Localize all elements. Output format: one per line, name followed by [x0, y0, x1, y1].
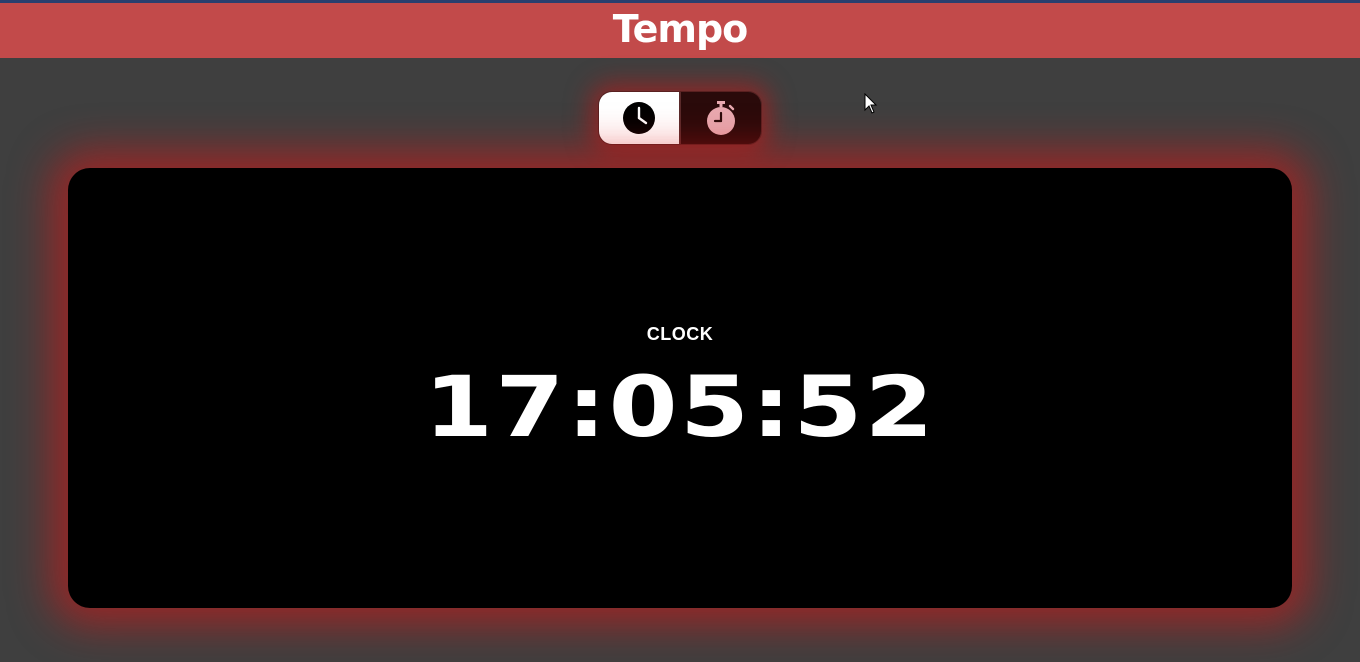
mode-toggle — [598, 91, 762, 145]
app-title: Tempo — [612, 6, 749, 51]
mode-label: CLOCK — [646, 324, 714, 344]
app-header: Tempo — [0, 3, 1360, 58]
time-display: 17:05:52 — [424, 358, 936, 456]
stopwatch-icon — [707, 101, 735, 135]
clock-icon — [623, 102, 655, 134]
mouse-cursor-icon — [864, 93, 878, 114]
clock-mode-button[interactable] — [599, 92, 679, 144]
stopwatch-mode-button[interactable] — [679, 92, 761, 144]
clock-panel: CLOCK 17:05:52 — [68, 168, 1292, 608]
